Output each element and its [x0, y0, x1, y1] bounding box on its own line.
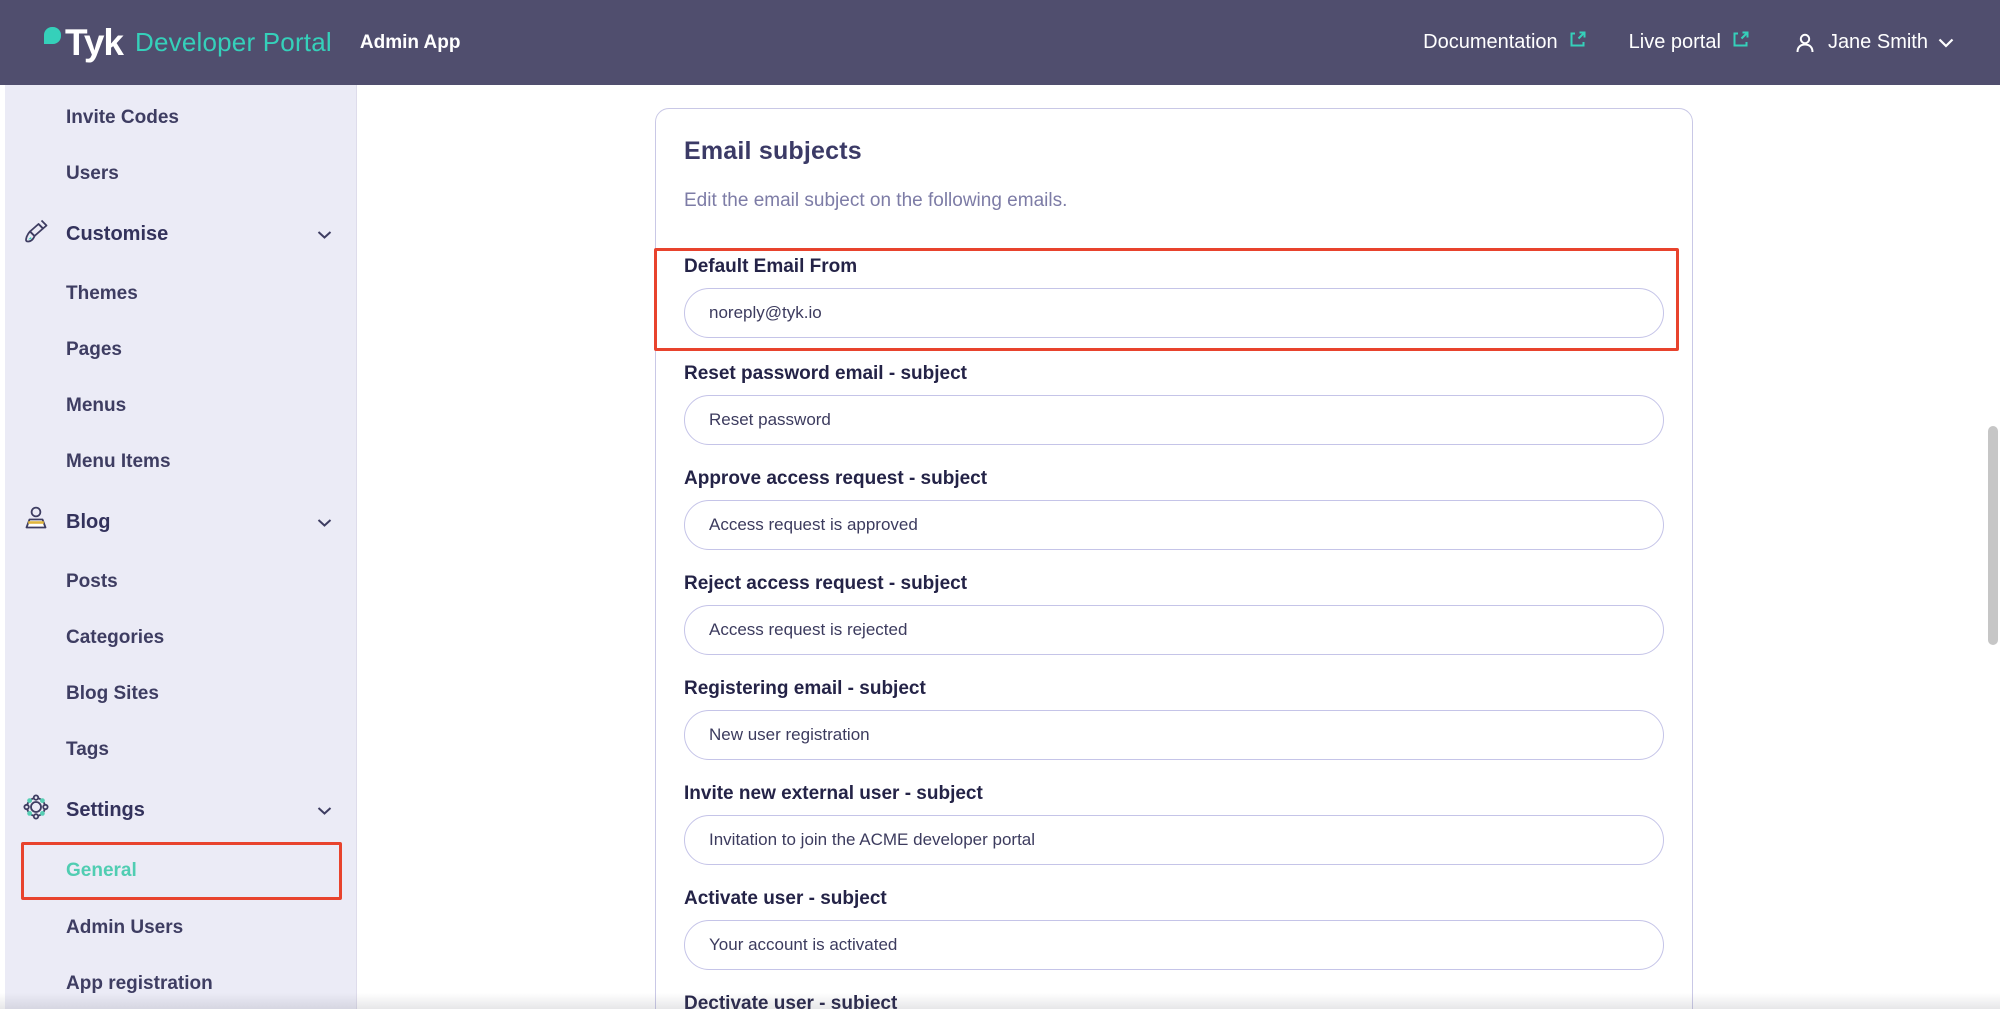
- field-input[interactable]: [684, 920, 1664, 970]
- sidebar-item[interactable]: Menu Items: [5, 434, 356, 490]
- sidebar-item[interactable]: App registration: [5, 956, 356, 1012]
- product-name: Developer Portal: [135, 27, 332, 58]
- sidebar-item[interactable]: Users: [5, 146, 356, 202]
- sidebar-item[interactable]: Invite Codes: [5, 90, 356, 146]
- field-label: Dectivate user - subject: [684, 993, 1662, 1009]
- external-link[interactable]: Documentation: [1423, 30, 1587, 55]
- field-label: Activate user - subject: [684, 888, 1662, 910]
- sidebar-item[interactable]: Customise: [5, 202, 356, 266]
- external-link[interactable]: Live portal: [1629, 30, 1750, 55]
- blogger-icon: [20, 503, 52, 541]
- sidebar-item[interactable]: Themes: [5, 266, 356, 322]
- sidebar-item[interactable]: Settings: [5, 778, 356, 842]
- form-field: Reset password email - subject: [684, 363, 1662, 445]
- form-field: Dectivate user - subject: [684, 993, 1662, 1009]
- email-subject-fields: Default Email From Reset password email …: [684, 248, 1662, 1009]
- external-link-label: Documentation: [1423, 31, 1558, 54]
- sidebar-item-label: Customise: [66, 223, 168, 246]
- external-links: Documentation Live portal: [1423, 30, 1750, 55]
- vertical-scrollbar[interactable]: [1988, 426, 1998, 645]
- field-input[interactable]: [684, 605, 1664, 655]
- sidebar-item-label: Invite Codes: [66, 107, 179, 129]
- email-subjects-card: Email subjects Edit the email subject on…: [655, 108, 1693, 1009]
- sidebar-item-label: Pages: [66, 339, 122, 361]
- form-field: Reject access request - subject: [684, 573, 1662, 655]
- chevron-down-icon[interactable]: [317, 511, 332, 534]
- form-field: Activate user - subject: [684, 888, 1662, 970]
- form-field: Default Email From: [654, 248, 1679, 351]
- field-label: Approve access request - subject: [684, 468, 1662, 490]
- form-field: Approve access request - subject: [684, 468, 1662, 550]
- sidebar-item-label: Menu Items: [66, 451, 171, 473]
- sidebar-item-label: Tags: [66, 739, 109, 761]
- sidebar-item-label: Admin Users: [66, 917, 183, 939]
- sidebar-item-label: Categories: [66, 627, 164, 649]
- sidebar-item-label: Blog Sites: [66, 683, 159, 705]
- main-content: Email subjects Edit the email subject on…: [358, 85, 2000, 1009]
- field-input[interactable]: [684, 815, 1664, 865]
- sidebar-item-label: App registration: [66, 973, 213, 995]
- field-input[interactable]: [684, 288, 1664, 338]
- top-nav: Tyk Developer Portal Admin App Documenta…: [0, 0, 2000, 85]
- external-link-icon: [1568, 30, 1587, 55]
- user-icon: [1792, 30, 1818, 56]
- sidebar-item[interactable]: Blog Sites: [5, 666, 356, 722]
- sidebar-item[interactable]: General: [21, 842, 342, 900]
- sidebar-item[interactable]: Posts: [5, 554, 356, 610]
- card-subtitle: Edit the email subject on the following …: [684, 190, 1662, 212]
- sidebar-item[interactable]: Blog: [5, 490, 356, 554]
- sidebar-item-label: Users: [66, 163, 119, 185]
- sidebar-item[interactable]: Menus: [5, 378, 356, 434]
- sidebar: Invite Codes Users: [5, 85, 357, 1009]
- gear-icon: [20, 791, 52, 829]
- user-menu[interactable]: Jane Smith: [1792, 30, 1954, 56]
- form-field: Invite new external user - subject: [684, 783, 1662, 865]
- field-label: Reset password email - subject: [684, 363, 1662, 385]
- field-label: Registering email - subject: [684, 678, 1662, 700]
- sidebar-item[interactable]: Categories: [5, 610, 356, 666]
- app-name: Admin App: [360, 32, 461, 54]
- top-right-nav: Documentation Live portal: [1423, 30, 1954, 56]
- sidebar-item[interactable]: Tags: [5, 722, 356, 778]
- chevron-down-icon[interactable]: [317, 799, 332, 822]
- field-label: Default Email From: [684, 256, 1662, 278]
- external-link-icon: [1731, 30, 1750, 55]
- sidebar-item[interactable]: Pages: [5, 322, 356, 378]
- field-input[interactable]: [684, 395, 1664, 445]
- field-label: Reject access request - subject: [684, 573, 1662, 595]
- sidebar-nav: Invite Codes Users: [5, 85, 356, 1012]
- sidebar-item-label: Themes: [66, 283, 138, 305]
- chevron-down-icon[interactable]: [317, 223, 332, 246]
- field-label: Invite new external user - subject: [684, 783, 1662, 805]
- card-title: Email subjects: [684, 137, 1662, 166]
- sidebar-item-label: Blog: [66, 511, 110, 534]
- paintbrush-icon: [20, 215, 52, 253]
- sidebar-item-label: Menus: [66, 395, 126, 417]
- field-input[interactable]: [684, 710, 1664, 760]
- field-input[interactable]: [684, 500, 1664, 550]
- external-link-label: Live portal: [1629, 31, 1721, 54]
- sidebar-item[interactable]: Admin Users: [5, 900, 356, 956]
- sidebar-item-label: General: [66, 860, 137, 882]
- user-name: Jane Smith: [1828, 31, 1928, 54]
- form-field: Registering email - subject: [684, 678, 1662, 760]
- tyk-leaf-icon: [44, 27, 61, 44]
- sidebar-item-label: Posts: [66, 571, 118, 593]
- chevron-down-icon: [1938, 38, 1954, 48]
- brand: Tyk Developer Portal Admin App: [44, 22, 461, 64]
- sidebar-item-label: Settings: [66, 799, 145, 822]
- tyk-logo: Tyk: [65, 22, 123, 64]
